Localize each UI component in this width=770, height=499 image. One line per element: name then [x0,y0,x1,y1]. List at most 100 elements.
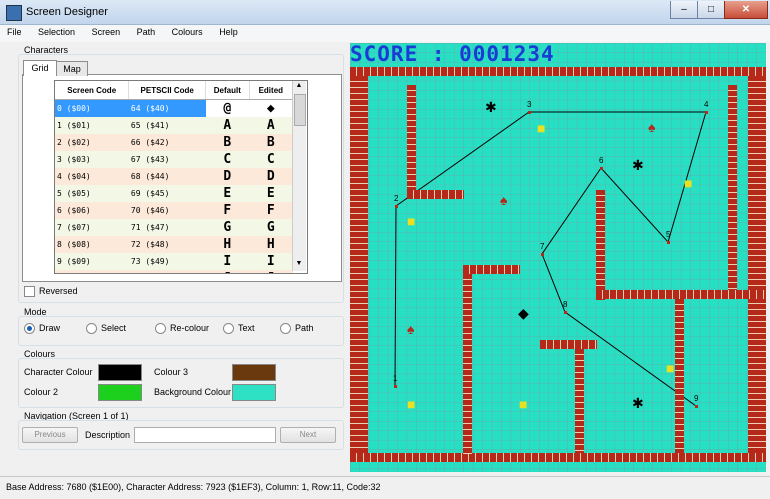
menu-help[interactable]: Help [212,25,245,39]
inner-wall [540,340,597,349]
mode-select-label: Select [101,323,127,333]
col-screen-code[interactable]: Screen Code [55,81,130,100]
mushroom-sprite[interactable]: ♠ [500,193,507,207]
cheese-sprite[interactable]: ■ [684,176,692,190]
colour2-label: Colour 2 [24,387,59,397]
next-button[interactable]: Next [280,427,336,443]
reversed-checkbox[interactable] [24,286,35,297]
mode-recolour-radio[interactable] [155,323,166,334]
path-point[interactable] [667,241,670,244]
enemy-sprite[interactable]: ✱ [485,100,497,114]
inner-wall [675,299,684,453]
cell-default-glyph: G [205,219,250,236]
col-petscii-code[interactable]: PETSCII Code [128,81,207,100]
col-edited[interactable]: Edited [249,81,294,100]
cell-edited-glyph: D [249,168,293,185]
menu-colours[interactable]: Colours [165,25,210,39]
cell-petscii-code: 66 ($42) [128,134,206,151]
cell-edited-glyph: C [249,151,293,168]
tab-map[interactable]: Map [56,61,88,76]
menu-screen[interactable]: Screen [85,25,128,39]
path-point-label: 8 [563,300,568,309]
close-button[interactable]: ✕ [724,1,768,19]
tab-grid[interactable]: Grid [23,60,57,76]
cell-screen-code: 3 ($03) [55,151,129,168]
cell-screen-code: 2 ($02) [55,134,129,151]
mushroom-sprite[interactable]: ♠ [407,322,414,336]
table-row[interactable]: 7 ($07) 71 ($47) G G [55,219,293,236]
mode-draw-label: Draw [39,323,61,333]
screen-canvas[interactable]: SCORE : 0001234 ✱ ✱ ✱ ♠ ♠ ♠ ■ ■ ■ ■ ■ ■ … [350,43,766,472]
col-default[interactable]: Default [205,81,250,100]
mode-text-label: Text [238,323,255,333]
mushroom-sprite[interactable]: ♠ [648,120,655,134]
cheese-sprite[interactable]: ■ [407,397,415,411]
menu-selection[interactable]: Selection [31,25,82,39]
table-row[interactable]: 4 ($04) 68 ($44) D D [55,168,293,185]
description-input[interactable] [134,427,276,443]
mode-text-radio[interactable] [223,323,234,334]
inner-wall [596,190,605,300]
path-point[interactable] [695,405,698,408]
previous-button[interactable]: Previous [22,427,78,443]
path-point[interactable] [528,111,531,114]
table-row[interactable]: 8 ($08) 72 ($48) H H [55,236,293,253]
path-point[interactable] [394,385,397,388]
path-point[interactable] [600,167,603,170]
table-row[interactable]: 2 ($02) 66 ($42) B B [55,134,293,151]
wall-bottom [350,453,766,462]
cell-default-glyph: C [205,151,250,168]
maximize-button[interactable]: □ [697,1,725,19]
background-colour-label: Background Colour [154,387,232,397]
cheese-sprite[interactable]: ■ [407,214,415,228]
table-row[interactable]: 0 ($00) 64 ($40) @ ◆ [55,99,293,117]
table-row[interactable]: 9 ($09) 73 ($49) I I [55,253,293,270]
table-scrollbar[interactable]: ▲ ▼ [292,81,306,271]
characters-table[interactable]: Screen Code PETSCII Code Default Edited … [54,80,308,274]
cheese-sprite[interactable]: ■ [666,361,674,375]
scroll-down-icon[interactable]: ▼ [294,260,304,270]
cell-edited-glyph: I [249,253,293,270]
table-row[interactable]: 1 ($01) 65 ($41) A A [55,117,293,134]
cell-default-glyph: B [205,134,250,151]
table-row[interactable]: 6 ($06) 70 ($46) F F [55,202,293,219]
cheese-sprite[interactable]: ■ [519,397,527,411]
path-point[interactable] [395,205,398,208]
minimize-button[interactable]: – [670,1,698,19]
scroll-thumb[interactable] [294,94,306,126]
scroll-up-icon[interactable]: ▲ [294,82,304,92]
path-point[interactable] [564,311,567,314]
score-text: SCORE : 0001234 [350,43,555,66]
table-row[interactable]: 10 ($0A)74 ($4A)JJ [55,270,293,273]
table-row[interactable]: 5 ($05) 69 ($45) E E [55,185,293,202]
player-sprite[interactable]: ◆ [518,306,529,320]
enemy-sprite[interactable]: ✱ [632,396,644,410]
path-point-label: 1 [393,374,398,383]
character-colour-label: Character Colour [24,367,93,377]
character-colour-swatch[interactable] [98,364,142,381]
colour2-swatch[interactable] [98,384,142,401]
description-label: Description [85,430,131,440]
mode-draw-radio[interactable] [24,323,35,334]
cell-petscii-code: 67 ($43) [128,151,206,168]
path-point[interactable] [541,253,544,256]
mode-select-radio[interactable] [86,323,97,334]
enemy-sprite[interactable]: ✱ [632,158,644,172]
table-row[interactable]: 3 ($03) 67 ($43) C C [55,151,293,168]
window-title: Screen Designer [26,6,108,18]
cell-petscii-code: 73 ($49) [128,253,206,270]
cheese-sprite[interactable]: ■ [537,121,545,135]
path-point[interactable] [705,111,708,114]
menu-file[interactable]: File [0,25,29,39]
cell-edited-glyph: B [249,134,293,151]
background-colour-swatch[interactable] [232,384,276,401]
wall-top [350,67,766,76]
app-icon [6,5,22,21]
mode-path-radio[interactable] [280,323,291,334]
inner-wall [463,274,472,454]
cell-petscii-code: 74 ($4A) [128,270,206,273]
path-point-label: 5 [666,230,671,239]
colour3-swatch[interactable] [232,364,276,381]
cell-edited-glyph: J [249,270,293,273]
menu-path[interactable]: Path [130,25,163,39]
